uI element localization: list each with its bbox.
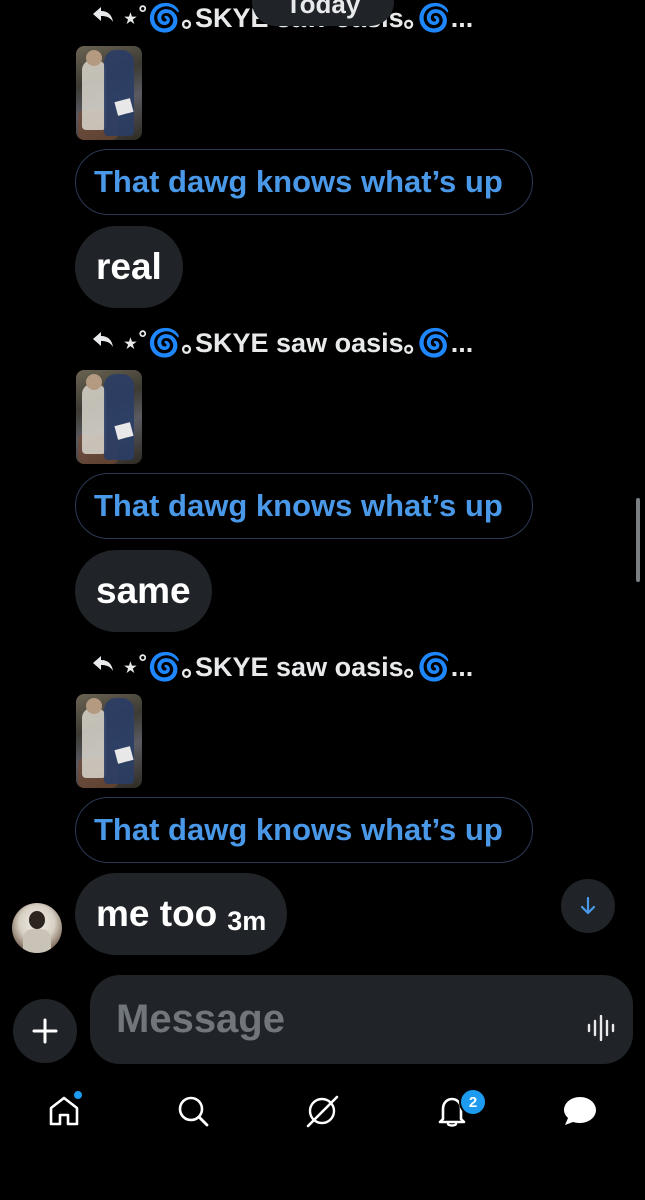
plus-icon (32, 1018, 58, 1044)
quoted-image-thumbnail[interactable] (76, 46, 142, 140)
scroll-to-bottom-button[interactable] (561, 879, 615, 933)
quoted-image-thumbnail[interactable] (76, 694, 142, 788)
reply-arrow-icon (93, 7, 113, 22)
message-bubble[interactable]: me too 3m (75, 873, 288, 955)
reply-arrow-icon (93, 656, 113, 671)
quoted-message[interactable]: That dawg knows what’s up (75, 473, 533, 539)
quoted-message-text: That dawg knows what’s up (94, 164, 503, 199)
sender-avatar[interactable] (12, 903, 62, 953)
messages-icon (564, 1097, 596, 1125)
notification-badge: 2 (459, 1088, 487, 1116)
search-icon (178, 1096, 209, 1127)
message-text: real (96, 246, 162, 287)
quoted-message[interactable]: That dawg knows what’s up (75, 149, 533, 215)
arrow-down-icon (580, 896, 596, 915)
nav-search[interactable] (173, 1091, 213, 1131)
message-timestamp: 3m (227, 905, 267, 936)
message-bubble[interactable]: same (75, 550, 212, 632)
reply-header-label: ⋆˚🌀｡SKYE saw oasis｡🌀... (122, 327, 474, 358)
reply-arrow-icon (93, 332, 113, 347)
reply-header-label: ⋆˚🌀｡SKYE saw oasis｡🌀... (122, 651, 474, 682)
home-icon (49, 1096, 79, 1126)
quoted-message-text: That dawg knows what’s up (94, 812, 503, 847)
quoted-message-text: That dawg knows what’s up (94, 488, 503, 523)
nav-grok[interactable] (302, 1091, 342, 1131)
quoted-message[interactable]: That dawg knows what’s up (75, 797, 533, 863)
notification-count: 2 (468, 1093, 478, 1111)
reply-header[interactable]: ⋆˚🌀｡SKYE saw oasis｡🌀... (92, 646, 473, 682)
message-text: me too (96, 893, 218, 934)
grok-icon (306, 1095, 339, 1128)
attach-button[interactable] (13, 999, 77, 1063)
bottom-nav: 2 (0, 1075, 645, 1147)
message-input[interactable] (114, 996, 548, 1043)
date-separator-label: Today (285, 0, 361, 19)
scrollbar-thumb[interactable] (636, 498, 640, 582)
message-bubble[interactable]: real (75, 226, 183, 308)
reply-header[interactable]: ⋆˚🌀｡SKYE saw oasis｡🌀... (92, 322, 473, 358)
quoted-image-thumbnail[interactable] (76, 370, 142, 464)
home-notification-dot (74, 1091, 82, 1099)
nav-messages[interactable] (560, 1091, 600, 1131)
voice-message-icon[interactable] (587, 1015, 615, 1041)
date-separator: Today (252, 0, 394, 26)
message-composer[interactable] (90, 975, 633, 1064)
message-text: same (96, 570, 191, 611)
